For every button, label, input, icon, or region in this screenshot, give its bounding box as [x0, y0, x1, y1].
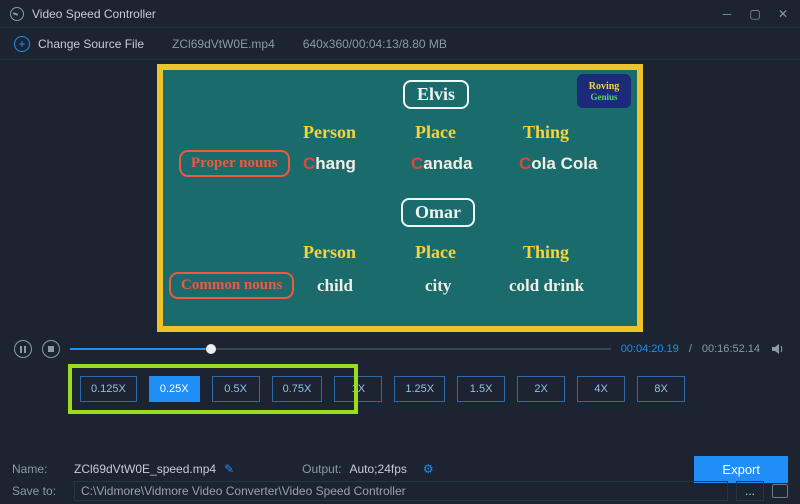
plus-icon: + — [14, 36, 30, 52]
speed-8x[interactable]: 8X — [637, 376, 685, 402]
preview-col-thing-2: Thing — [523, 242, 569, 263]
time-total: 00:16:52.14 — [702, 343, 760, 355]
preview-r2c2: city — [425, 276, 451, 296]
stop-button[interactable] — [42, 340, 60, 358]
volume-icon[interactable] — [770, 341, 786, 357]
preview-col-thing-1: Thing — [523, 122, 569, 143]
speed-selector: 0.125X 0.25X 0.5X 0.75X 1X 1.25X 1.5X 2X 4X 8X — [0, 362, 800, 420]
preview-col-person-2: Person — [303, 242, 356, 263]
output-settings-icon[interactable]: ⚙ — [423, 462, 434, 476]
saveto-path[interactable]: C:\Vidmore\Vidmore Video Converter\Video… — [74, 481, 728, 501]
preview-name-1: Elvis — [403, 80, 469, 109]
window-buttons: ─ ▢ ✕ — [720, 7, 790, 21]
preview-label-common: Common nouns — [169, 272, 294, 299]
app-title: Video Speed Controller — [32, 7, 156, 21]
speed-1.5x[interactable]: 1.5X — [457, 376, 505, 402]
pause-button[interactable] — [14, 340, 32, 358]
open-folder-icon[interactable] — [772, 484, 788, 498]
change-source-label: Change Source File — [38, 37, 144, 51]
browse-button[interactable]: ... — [736, 481, 764, 501]
output-label: Output: — [302, 462, 341, 476]
bottom-row-2: Save to: C:\Vidmore\Vidmore Video Conver… — [12, 480, 788, 502]
edit-name-icon[interactable]: ✎ — [224, 462, 234, 476]
preview-r1c2: Canada — [411, 154, 472, 174]
source-meta: 640x360/00:04:13/8.80 MB — [303, 37, 447, 51]
bottom-row-1: Name: ZCl69dVtW0E_speed.mp4 ✎ Output: Au… — [12, 458, 788, 480]
time-sep: / — [689, 343, 692, 355]
speed-0.125x[interactable]: 0.125X — [80, 376, 137, 402]
export-button[interactable]: Export — [694, 456, 788, 483]
video-preview[interactable]: RovingGenius Elvis Person Place Thing Pr… — [157, 64, 643, 332]
brand-badge: RovingGenius — [577, 74, 631, 108]
preview-r2c3: cold drink — [509, 276, 584, 296]
saveto-label: Save to: — [12, 484, 66, 498]
preview-r1c1: Chang — [303, 154, 356, 174]
maximize-button[interactable]: ▢ — [748, 7, 762, 21]
change-source-button[interactable]: + Change Source File — [14, 36, 144, 52]
speed-4x[interactable]: 4X — [577, 376, 625, 402]
speed-1.25x[interactable]: 1.25X — [394, 376, 445, 402]
seek-knob[interactable] — [206, 344, 216, 354]
output-value: Auto;24fps — [350, 462, 407, 476]
name-value: ZCl69dVtW0E_speed.mp4 — [74, 462, 216, 476]
preview-col-place-1: Place — [415, 122, 456, 143]
preview-r2c1: child — [317, 276, 353, 296]
speed-0.5x[interactable]: 0.5X — [212, 376, 260, 402]
time-current: 00:04:20.19 — [621, 343, 679, 355]
speed-0.75x[interactable]: 0.75X — [272, 376, 323, 402]
minimize-button[interactable]: ─ — [720, 7, 734, 21]
preview-col-place-2: Place — [415, 242, 456, 263]
title-bar: Video Speed Controller ─ ▢ ✕ — [0, 0, 800, 28]
preview-r1c3: Cola Cola — [519, 154, 597, 174]
name-label: Name: — [12, 462, 66, 476]
toolbar: + Change Source File ZCl69dVtW0E.mp4 640… — [0, 28, 800, 60]
playback-controls: 00:04:20.19 / 00:16:52.14 — [0, 338, 800, 362]
speed-2x[interactable]: 2X — [517, 376, 565, 402]
close-button[interactable]: ✕ — [776, 7, 790, 21]
preview-label-proper: Proper nouns — [179, 150, 290, 177]
seek-bar[interactable] — [70, 344, 611, 354]
preview-name-2: Omar — [401, 198, 475, 227]
preview-area: RovingGenius Elvis Person Place Thing Pr… — [0, 60, 800, 338]
source-filename: ZCl69dVtW0E.mp4 — [172, 37, 275, 51]
speed-0.25x[interactable]: 0.25X — [149, 376, 200, 402]
speed-1x[interactable]: 1X — [334, 376, 382, 402]
bottom-bar: Name: ZCl69dVtW0E_speed.mp4 ✎ Output: Au… — [0, 454, 800, 504]
preview-col-person-1: Person — [303, 122, 356, 143]
app-icon — [10, 7, 24, 21]
